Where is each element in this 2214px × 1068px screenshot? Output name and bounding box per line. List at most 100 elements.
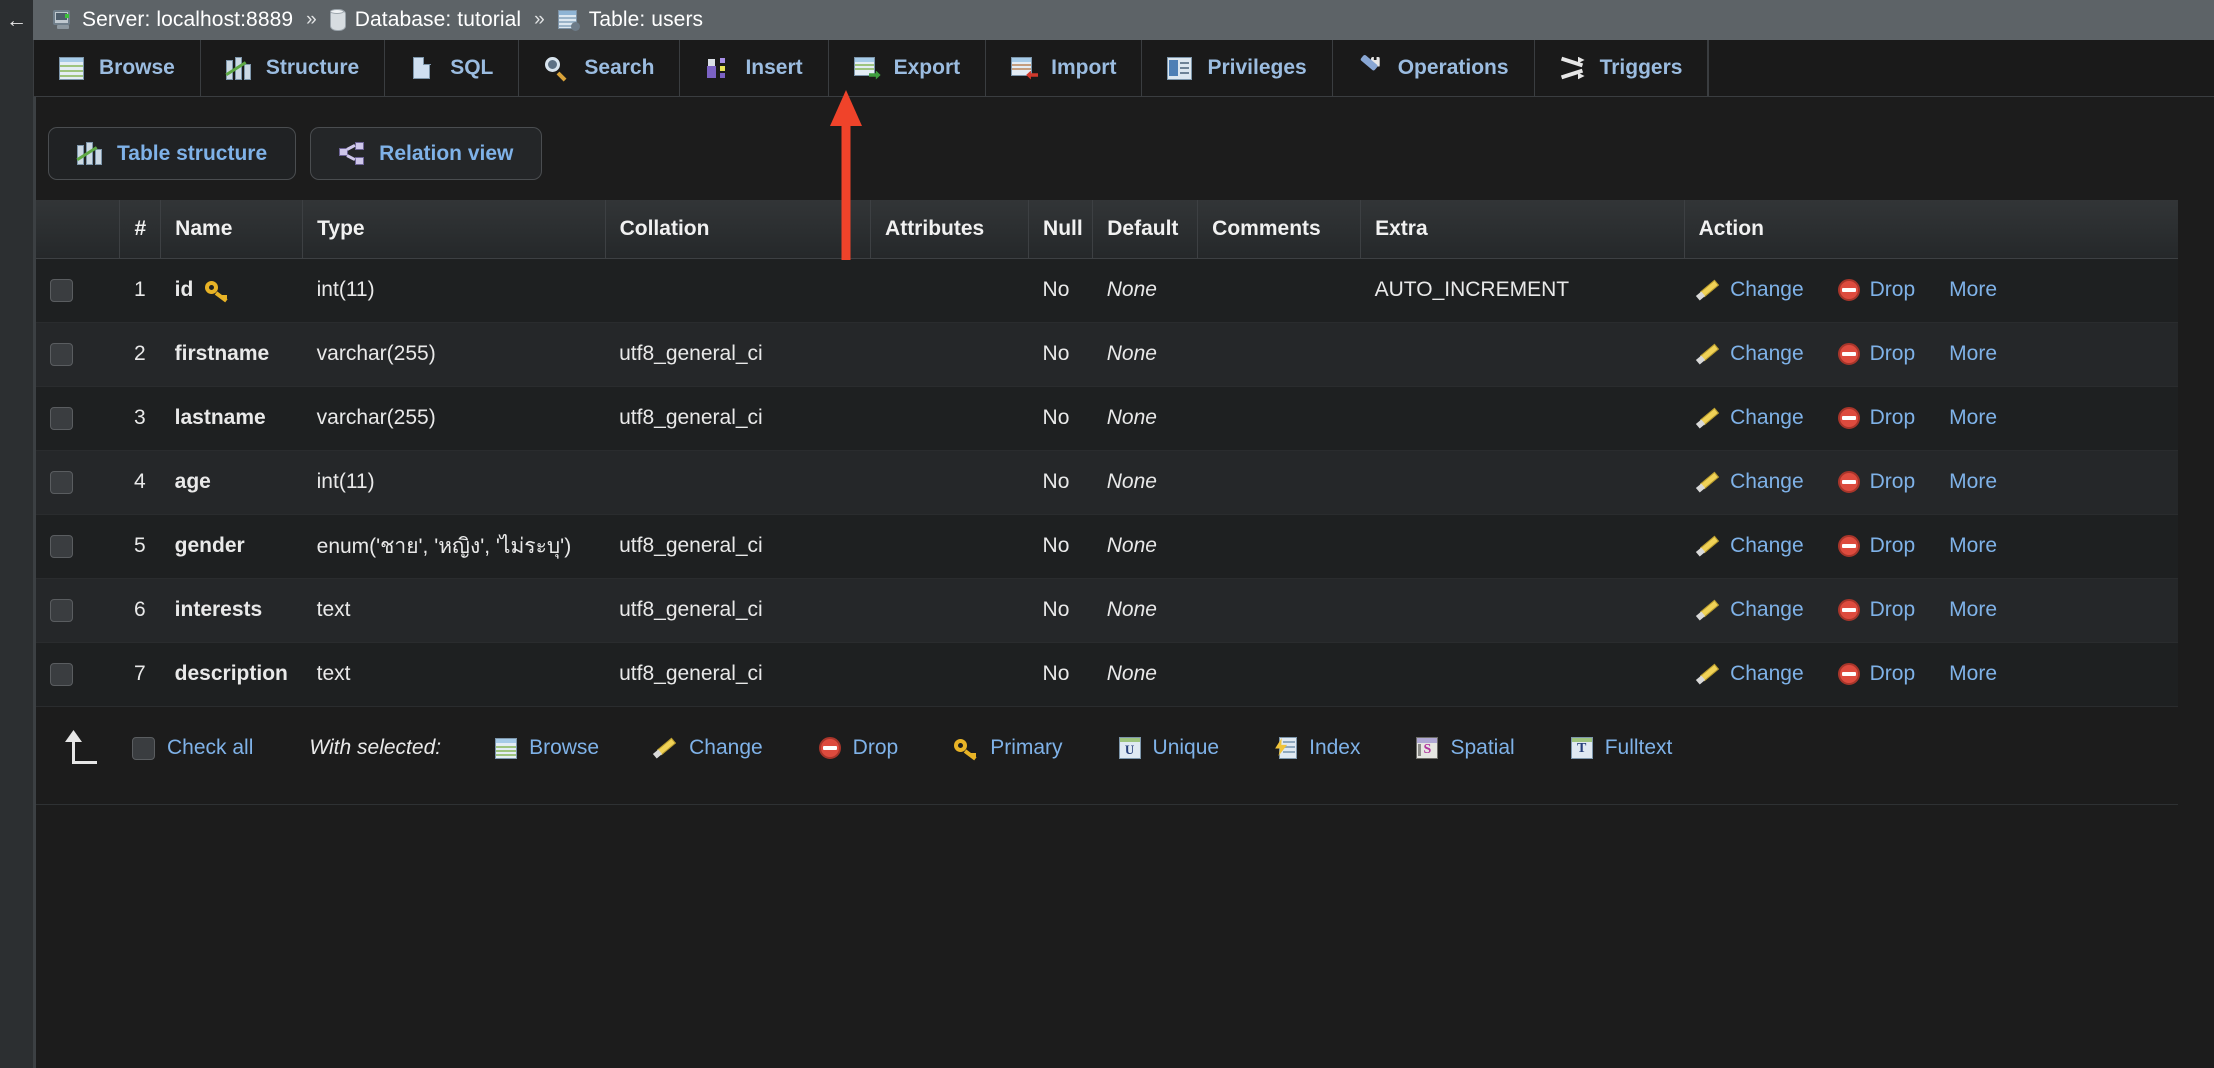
tab-export[interactable]: Export <box>828 40 987 96</box>
breadcrumb-item-table[interactable]: Table: users <box>557 8 703 32</box>
column-extra-cell <box>1360 386 1685 451</box>
row-action-change[interactable]: Change <box>1695 662 1804 686</box>
with-selected-drop[interactable]: Drop <box>818 736 898 760</box>
row-action-drop[interactable]: Drop <box>1837 662 1915 686</box>
column-name-label: description <box>174 662 288 685</box>
row-action-more[interactable]: More <box>1949 406 1997 430</box>
table-row[interactable]: 1 id int(11) No None AUTO_INCREMENT Change Drop… <box>36 258 2178 323</box>
table-row[interactable]: 3 lastname varchar(255) utf8_general_ci No No… <box>36 386 2178 451</box>
subtab-relation-view[interactable]: Relation view <box>310 127 543 180</box>
row-action-change[interactable]: Change <box>1695 598 1804 622</box>
row-action-drop[interactable]: Drop <box>1837 534 1915 558</box>
column-header-type[interactable]: Type <box>302 200 606 259</box>
with-selected-unique[interactable]: U Unique <box>1118 736 1219 760</box>
check-all-control[interactable]: Check all <box>132 736 253 760</box>
row-checkbox[interactable] <box>50 278 73 302</box>
breadcrumb-item-database[interactable]: Database: tutorial <box>329 8 521 32</box>
row-checkbox-cell[interactable] <box>36 514 120 579</box>
row-checkbox[interactable] <box>50 598 73 622</box>
row-action-change[interactable]: Change <box>1695 278 1804 302</box>
column-header-number[interactable]: # <box>119 200 162 259</box>
table-header-row: # Name Type Collation Attributes Null De… <box>36 200 2178 259</box>
back-button[interactable]: ← <box>0 0 33 40</box>
column-header-null[interactable]: Null <box>1028 200 1094 259</box>
row-action-drop[interactable]: Drop <box>1837 598 1915 622</box>
row-checkbox-cell[interactable] <box>36 322 120 387</box>
primary-key-icon <box>954 738 978 760</box>
row-action-drop[interactable]: Drop <box>1837 406 1915 430</box>
column-header-attributes[interactable]: Attributes <box>870 200 1030 259</box>
tab-triggers[interactable]: Triggers <box>1534 40 1709 96</box>
tab-operations[interactable]: Operations <box>1332 40 1535 96</box>
row-action-more[interactable]: More <box>1949 342 1997 366</box>
column-header-checkbox[interactable] <box>36 200 121 259</box>
column-collation-cell: utf8_general_ci <box>605 514 871 579</box>
column-name-label: gender <box>174 534 245 557</box>
row-action-drop[interactable]: Drop <box>1837 278 1915 302</box>
tab-sql[interactable]: SQL <box>385 40 520 96</box>
column-header-comments[interactable]: Comments <box>1197 200 1362 259</box>
sub-tab-bar: Table structure Relation view <box>48 127 543 180</box>
table-row[interactable]: 7 description text utf8_general_ci No None Cha… <box>36 642 2178 707</box>
tab-browse[interactable]: Browse <box>33 40 201 96</box>
with-selected-change[interactable]: Change <box>652 736 763 760</box>
column-header-collation[interactable]: Collation <box>605 200 872 259</box>
breadcrumb-item-server[interactable]: Server: localhost:8889 <box>51 8 293 32</box>
table-row[interactable]: 4 age int(11) No None Change Drop More <box>36 450 2178 515</box>
column-default-cell: None <box>1092 514 1198 579</box>
with-selected-bar: Check all With selected: Browse Change Dro… <box>36 712 2178 784</box>
arrow-up-icon <box>56 730 97 766</box>
row-action-change[interactable]: Change <box>1695 342 1804 366</box>
row-action-more[interactable]: More <box>1949 598 1997 622</box>
row-action-change[interactable]: Change <box>1695 534 1804 558</box>
column-header-action[interactable]: Action <box>1684 200 2178 259</box>
column-name-cell: id <box>160 258 303 323</box>
row-checkbox[interactable] <box>50 342 73 366</box>
row-action-more[interactable]: More <box>1949 470 1997 494</box>
tab-structure[interactable]: Structure <box>200 40 386 96</box>
row-checkbox[interactable] <box>50 534 73 558</box>
column-header-name[interactable]: Name <box>160 200 304 259</box>
row-checkbox[interactable] <box>50 470 73 494</box>
with-selected-index[interactable]: Index <box>1275 736 1360 760</box>
tab-insert[interactable]: Insert <box>680 40 829 96</box>
tab-search[interactable]: Search <box>519 40 681 96</box>
tab-import[interactable]: Import <box>986 40 1143 96</box>
row-action-change[interactable]: Change <box>1695 470 1804 494</box>
with-selected-browse[interactable]: Browse <box>495 736 599 760</box>
index-icon <box>1275 737 1298 759</box>
column-comments-cell <box>1197 642 1361 707</box>
row-checkbox[interactable] <box>50 662 73 686</box>
row-action-drop[interactable]: Drop <box>1837 342 1915 366</box>
row-checkbox[interactable] <box>50 406 73 430</box>
table-row[interactable]: 2 firstname varchar(255) utf8_general_ci No N… <box>36 322 2178 387</box>
row-action-change[interactable]: Change <box>1695 406 1804 430</box>
row-checkbox-cell[interactable] <box>36 386 120 451</box>
column-header-default[interactable]: Default <box>1092 200 1199 259</box>
row-checkbox-cell[interactable] <box>36 450 120 515</box>
check-all-checkbox[interactable] <box>132 736 155 760</box>
row-checkbox-cell[interactable] <box>36 258 120 323</box>
row-action-more[interactable]: More <box>1949 662 1997 686</box>
column-default-cell: None <box>1092 386 1198 451</box>
row-action-more[interactable]: More <box>1949 534 1997 558</box>
column-extra-cell <box>1360 450 1685 515</box>
column-name-cell: interests <box>160 578 303 643</box>
with-selected-primary[interactable]: Primary <box>954 736 1063 760</box>
column-default-cell: None <box>1092 578 1198 643</box>
tab-privileges[interactable]: Privileges <box>1142 40 1333 96</box>
tab-label-export: Export <box>893 56 961 79</box>
table-row[interactable]: 5 gender enum('ชาย', 'หญิง', 'ไม่ระบุ') utf… <box>36 514 2178 579</box>
table-row[interactable]: 6 interests text utf8_general_ci No None Chang… <box>36 578 2178 643</box>
row-action-more[interactable]: More <box>1949 278 1997 302</box>
row-checkbox-cell[interactable] <box>36 578 120 643</box>
with-selected-label-fulltext: Fulltext <box>1604 736 1673 759</box>
table-body: 1 id int(11) No None AUTO_INCREMENT Change Drop… <box>36 258 2178 707</box>
subtab-table-structure[interactable]: Table structure <box>48 127 297 180</box>
column-name-label: lastname <box>174 406 266 429</box>
with-selected-spatial[interactable]: S Spatial <box>1416 736 1515 760</box>
row-action-drop[interactable]: Drop <box>1837 470 1915 494</box>
row-checkbox-cell[interactable] <box>36 642 120 707</box>
column-header-extra[interactable]: Extra <box>1360 200 1685 259</box>
with-selected-fulltext[interactable]: T Fulltext <box>1570 736 1673 760</box>
